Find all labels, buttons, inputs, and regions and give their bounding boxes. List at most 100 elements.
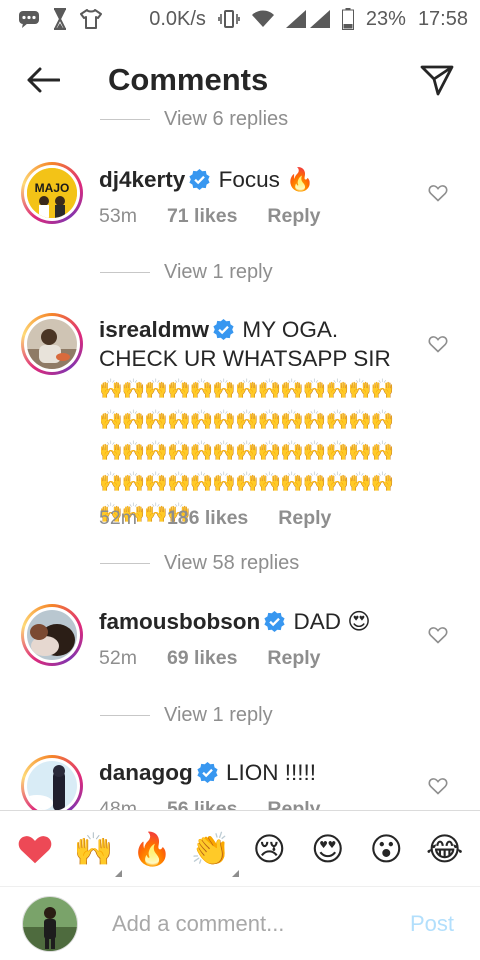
skin-tone-indicator xyxy=(231,869,239,877)
like-heart-icon[interactable] xyxy=(428,776,448,796)
avatar-logo-text: MAJO xyxy=(35,181,70,195)
comment-body: Focus xyxy=(218,167,280,192)
like-heart-icon[interactable] xyxy=(428,183,448,203)
comment-likes[interactable]: 56 likes xyxy=(167,798,237,810)
comment-time: 52m xyxy=(99,507,137,529)
emoji-heart-eyes-button[interactable]: 😍 xyxy=(306,827,350,871)
page-title: Comments xyxy=(108,62,269,97)
wifi-icon xyxy=(251,10,274,28)
avatar-image xyxy=(27,319,77,369)
crying-face-emoji-icon: 😢 xyxy=(252,830,286,867)
emoji-fire-button[interactable]: 🔥 xyxy=(130,827,174,871)
status-left xyxy=(18,8,102,30)
comment-text: danagog LION !!!!! xyxy=(99,758,409,787)
send-icon xyxy=(420,65,454,96)
network-speed: 0.0K/s xyxy=(149,7,206,30)
verified-badge-icon xyxy=(197,762,218,783)
reply-button[interactable]: Reply xyxy=(267,647,320,670)
comment-time: 48m xyxy=(99,798,137,810)
divider-line xyxy=(100,119,150,120)
comment-emoji: 😍 xyxy=(347,609,371,634)
current-user-avatar xyxy=(22,895,78,952)
view-replies-label: View 6 replies xyxy=(164,110,289,130)
comments-list[interactable]: View 6 replies MAJO dj4kerty Focus 🔥 53m… xyxy=(0,110,480,810)
heart-emoji-icon xyxy=(18,835,52,863)
verified-badge-icon xyxy=(264,611,285,632)
emoji-laughing-button[interactable]: 😂 xyxy=(423,827,467,871)
verified-badge-icon xyxy=(213,319,234,340)
avatar-image: MAJO xyxy=(27,168,77,218)
comment-time: 52m xyxy=(99,647,137,669)
comment-emoji: 🔥 xyxy=(286,167,315,192)
view-replies-link[interactable]: View 6 replies xyxy=(100,110,288,131)
view-replies-label: View 1 reply xyxy=(164,261,273,283)
comment-meta: 52m 69 likes Reply xyxy=(99,647,321,670)
comment-likes[interactable]: 186 likes xyxy=(167,507,248,530)
reply-button[interactable]: Reply xyxy=(267,798,320,810)
like-heart-icon[interactable] xyxy=(428,625,448,645)
comment-username[interactable]: isrealdmw xyxy=(99,317,209,342)
clapping-hands-emoji-icon: 👏 xyxy=(190,830,231,867)
verified-badge-icon xyxy=(189,169,210,190)
avatar[interactable] xyxy=(21,313,83,375)
comment-time: 53m xyxy=(99,205,137,227)
view-replies-link[interactable]: View 1 reply xyxy=(100,704,273,727)
emoji-quick-bar: ❤ 🙌 🔥 👏 😢 😍 😮 😂 xyxy=(0,810,480,886)
comment-text: isrealdmw MY OGA. CHECK UR WHATSAPP SIR … xyxy=(99,315,409,528)
divider-line xyxy=(100,272,150,273)
emoji-raised-hands-button[interactable]: 🙌 xyxy=(72,827,122,877)
heart-eyes-emoji-icon: 😍 xyxy=(311,830,345,867)
comment-body: DAD xyxy=(293,609,342,634)
vibrate-icon xyxy=(218,9,240,29)
comment-text: dj4kerty Focus 🔥 xyxy=(99,165,409,194)
battery-icon xyxy=(341,8,354,30)
comment-username[interactable]: famousbobson xyxy=(99,609,260,634)
comment-emoji: 🙌🙌🙌🙌🙌🙌🙌🙌🙌🙌🙌🙌🙌🙌🙌🙌🙌🙌🙌🙌🙌🙌🙌🙌🙌🙌🙌🙌🙌🙌🙌🙌🙌🙌🙌🙌🙌🙌🙌🙌… xyxy=(99,379,395,524)
comment-meta: 53m 71 likes Reply xyxy=(99,205,321,228)
comment-username[interactable]: danagog xyxy=(99,760,193,785)
post-button[interactable]: Post xyxy=(410,911,454,937)
avatar[interactable]: MAJO xyxy=(21,162,83,224)
avatar[interactable] xyxy=(21,604,83,666)
comment-meta: 52m 186 likes Reply xyxy=(99,507,331,530)
tears-of-joy-emoji-icon: 😂 xyxy=(426,830,464,867)
avatar-image xyxy=(27,761,77,810)
emoji-crying-button[interactable]: 😢 xyxy=(247,827,291,871)
skin-tone-indicator xyxy=(114,869,122,877)
reply-button[interactable]: Reply xyxy=(278,507,331,530)
shirt-icon xyxy=(80,9,102,29)
share-button[interactable] xyxy=(416,59,458,101)
reply-button[interactable]: Reply xyxy=(267,205,320,228)
status-right: 0.0K/s 23% 17:58 xyxy=(149,8,468,31)
back-button[interactable] xyxy=(22,59,64,101)
messages-icon xyxy=(18,9,40,29)
comment-composer: Post xyxy=(0,886,480,960)
view-replies-link[interactable]: View 1 reply xyxy=(100,261,273,284)
hourglass-icon xyxy=(52,8,68,30)
like-heart-icon[interactable] xyxy=(428,334,448,354)
view-replies-label: View 1 reply xyxy=(164,704,273,726)
comment-text: famousbobson DAD 😍 xyxy=(99,607,409,636)
emoji-heart-button[interactable]: ❤ xyxy=(13,827,57,871)
clock: 17:58 xyxy=(417,7,468,30)
comment-likes[interactable]: 69 likes xyxy=(167,647,237,670)
comment-body: LION !!!!! xyxy=(226,760,317,785)
comment-meta: 48m 56 likes Reply xyxy=(99,798,321,810)
avatar[interactable] xyxy=(21,755,83,810)
back-arrow-icon xyxy=(27,67,60,93)
raised-hands-emoji-icon: 🙌 xyxy=(73,830,114,867)
comment-username[interactable]: dj4kerty xyxy=(99,167,185,192)
view-replies-label: View 58 replies xyxy=(164,552,300,574)
status-bar: 0.0K/s 23% 17:58 xyxy=(0,0,480,38)
fire-emoji-icon: 🔥 xyxy=(132,830,173,867)
divider-line xyxy=(100,715,150,716)
comment-likes[interactable]: 71 likes xyxy=(167,205,237,228)
view-replies-link[interactable]: View 58 replies xyxy=(100,552,299,575)
comment-input[interactable] xyxy=(110,909,410,938)
battery-percent: 23% xyxy=(365,7,406,30)
emoji-surprised-button[interactable]: 😮 xyxy=(364,827,408,871)
emoji-clapping-button[interactable]: 👏 xyxy=(189,827,239,877)
avatar-image xyxy=(27,610,77,660)
signal-icon xyxy=(285,10,330,28)
divider-line xyxy=(100,563,150,564)
